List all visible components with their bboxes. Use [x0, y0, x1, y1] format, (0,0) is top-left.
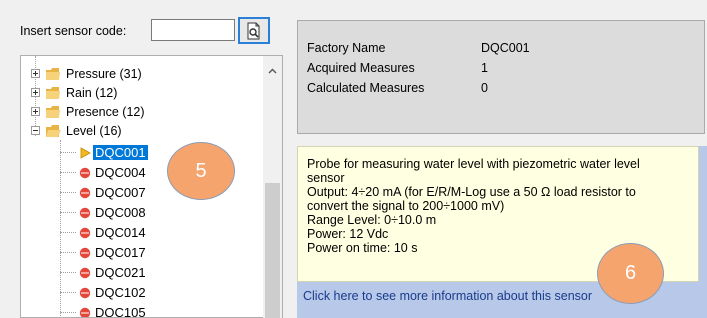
tree-category-rain[interactable]: Rain (12): [31, 83, 117, 102]
folder-icon: [46, 105, 60, 118]
description-line: sensor: [307, 171, 345, 185]
tree-item-label: DQC105: [95, 305, 146, 318]
tree-item-dqc021[interactable]: DQC021: [60, 263, 146, 282]
annotation-badge-6: 6: [597, 243, 664, 304]
acquired-measures-label: Acquired Measures: [307, 61, 415, 75]
description-line: Power: 12 Vdc: [307, 227, 389, 241]
red-dot-icon: [79, 287, 91, 298]
collapse-icon[interactable]: [31, 126, 40, 135]
factory-name-value: DQC001: [481, 41, 530, 55]
search-document-icon: [247, 22, 260, 39]
search-button[interactable]: [238, 17, 270, 44]
tree-item-dqc105[interactable]: DQC105: [60, 303, 146, 318]
tree-item-label: DQC004: [95, 165, 146, 180]
folder-icon: [46, 67, 60, 80]
tree-item-dqc008[interactable]: DQC008: [60, 203, 146, 222]
description-line: Probe for measuring water level with pie…: [307, 157, 640, 171]
tree-item-label: DQC021: [95, 265, 146, 280]
tree-item-dqc001[interactable]: DQC001: [60, 143, 148, 162]
tree-category-presence[interactable]: Presence (12): [31, 102, 145, 121]
expand-icon[interactable]: [31, 88, 40, 97]
sensor-tree[interactable]: Pressure (31) Rain (12) Presence (12) Le…: [20, 55, 283, 318]
tree-item-dqc014[interactable]: DQC014: [60, 223, 146, 242]
red-dot-icon: [79, 227, 91, 238]
expand-icon[interactable]: [31, 69, 40, 78]
scroll-up-button[interactable]: [263, 62, 282, 80]
folder-open-icon: [46, 124, 61, 137]
tree-item-dqc102[interactable]: DQC102: [60, 283, 146, 302]
expand-icon[interactable]: [31, 107, 40, 116]
calculated-measures-value: 0: [481, 81, 488, 95]
red-dot-icon: [79, 267, 91, 278]
tree-item-label: DQC017: [95, 245, 146, 260]
description-line: Range Level: 0÷10.0 m: [307, 213, 437, 227]
tree-item-label: DQC001: [93, 145, 148, 160]
tree-item-dqc004[interactable]: DQC004: [60, 163, 146, 182]
tree-item-dqc017[interactable]: DQC017: [60, 243, 146, 262]
sensor-code-label: Insert sensor code:: [20, 24, 127, 38]
tree-item-dqc007[interactable]: DQC007: [60, 183, 146, 202]
factory-name-label: Factory Name: [307, 41, 386, 55]
scrollbar-thumb[interactable]: [265, 183, 280, 318]
tree-category-pressure[interactable]: Pressure (31): [31, 64, 142, 83]
sensor-code-input[interactable]: [151, 19, 235, 41]
chevron-up-icon: [268, 68, 277, 74]
play-arrow-icon: [80, 146, 91, 159]
red-dot-icon: [79, 187, 91, 198]
red-dot-icon: [79, 307, 91, 317]
tree-category-label: Level (16): [66, 123, 122, 138]
red-dot-icon: [79, 247, 91, 258]
tree-item-label: DQC014: [95, 225, 146, 240]
more-info-link[interactable]: Click here to see more information about…: [303, 289, 592, 303]
tree-category-label: Presence (12): [66, 104, 145, 119]
red-dot-icon: [79, 207, 91, 218]
tree-category-level[interactable]: Level (16): [31, 121, 122, 140]
tree-category-label: Rain (12): [66, 85, 118, 100]
tree-category-label: Pressure (31): [66, 66, 142, 81]
calculated-measures-label: Calculated Measures: [307, 81, 425, 95]
acquired-measures-value: 1: [481, 61, 488, 75]
folder-icon: [46, 86, 60, 99]
red-dot-icon: [79, 167, 91, 178]
tree-item-label: DQC008: [95, 205, 146, 220]
sensor-info-panel: Factory Name DQC001 Acquired Measures 1 …: [297, 20, 705, 134]
annotation-badge-5: 5: [167, 142, 235, 200]
tree-item-label: DQC007: [95, 185, 146, 200]
tree-item-label: DQC102: [95, 285, 146, 300]
description-line: Output: 4÷20 mA (for E/R/M-Log use a 50 …: [307, 185, 636, 199]
description-line: convert the signal to 200÷1000 mV): [307, 199, 505, 213]
